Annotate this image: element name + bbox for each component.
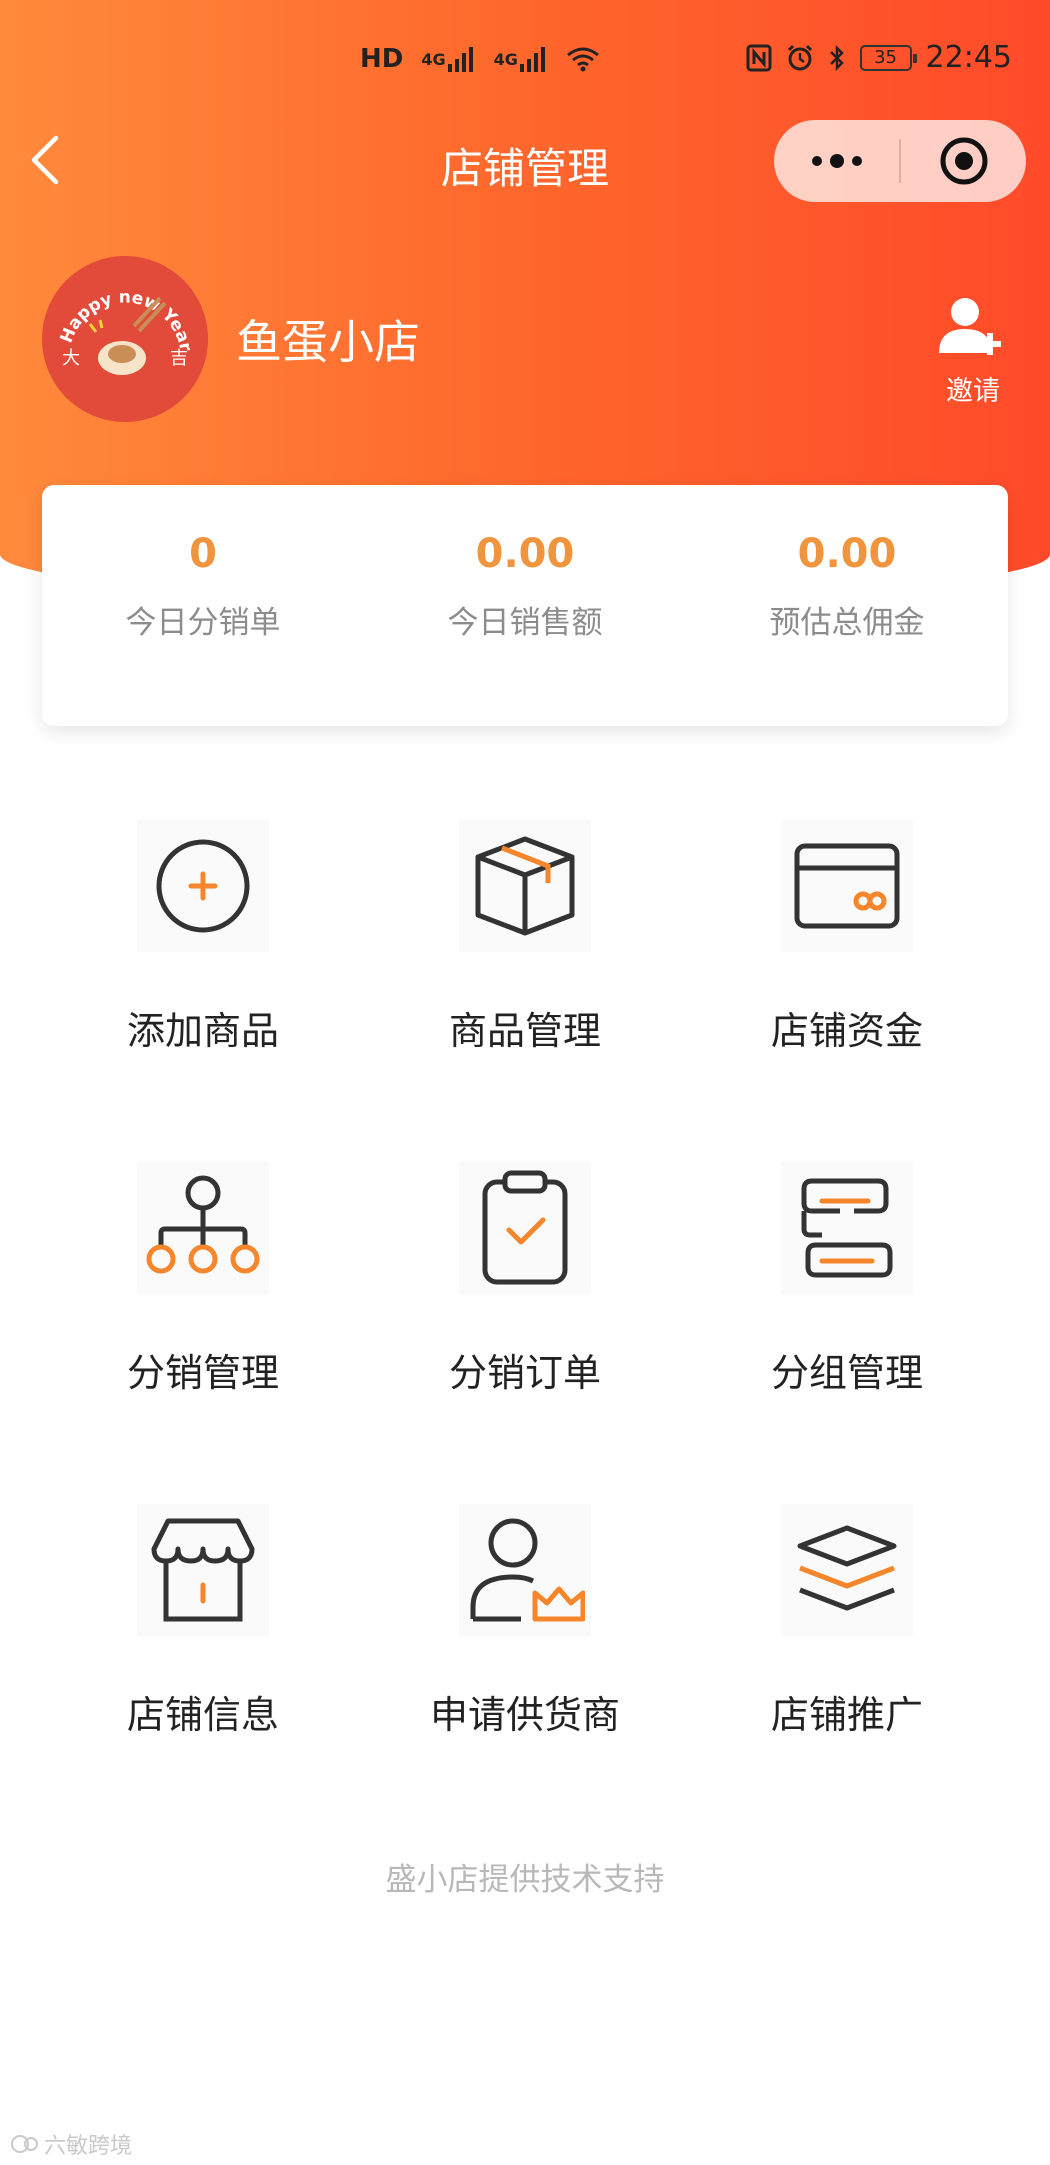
menu-label: 店铺信息 <box>126 1693 279 1737</box>
status-left: HD 4G 4G <box>360 44 600 74</box>
close-mini-program-button[interactable] <box>901 120 1026 202</box>
signal-4g-icon-2: 4G <box>494 46 548 72</box>
add-circle-icon <box>137 820 269 952</box>
menu-label: 分销订单 <box>448 1351 601 1395</box>
target-circle-icon <box>940 137 987 185</box>
menu-label: 分组管理 <box>770 1351 923 1395</box>
shop-avatar-image: Happy new Year 大 吉 <box>42 256 208 422</box>
more-button[interactable] <box>774 120 899 202</box>
footer-tech-support: 盛小店提供技术支持 <box>385 1862 665 1898</box>
stat-label: 今日销售额 <box>447 605 603 641</box>
user-crown-icon <box>459 1504 591 1636</box>
invite-button[interactable]: 邀请 <box>930 295 1016 408</box>
wallet-card-icon <box>781 820 913 952</box>
battery-icon: 35 <box>859 44 917 71</box>
signal-4g-icon: 4G <box>421 46 475 72</box>
avatar-left-char: 大 <box>62 348 80 369</box>
hd-icon: HD <box>360 44 404 74</box>
menu-label: 申请供货商 <box>429 1693 620 1737</box>
status-right: 35 22:45 <box>746 40 1012 75</box>
invite-label: 邀请 <box>946 376 1000 407</box>
storefront-icon <box>137 1504 269 1636</box>
signal-4g-label: 4G <box>421 49 446 69</box>
group-icon <box>781 1162 913 1294</box>
stats-card: 0 今日分销单 0.00 今日销售额 0.00 预估总佣金 <box>42 485 1008 726</box>
alarm-icon <box>786 44 814 72</box>
signal-4g-label-2: 4G <box>493 49 518 69</box>
menu-distribution-orders[interactable]: 分销订单 <box>364 1162 686 1504</box>
menu-label: 商品管理 <box>448 1009 601 1053</box>
clipboard-check-icon <box>459 1162 591 1294</box>
more-dots-icon <box>811 154 862 168</box>
stat-label: 今日分销单 <box>125 605 281 641</box>
menu-label: 分销管理 <box>126 1351 279 1395</box>
add-user-icon <box>939 298 1001 355</box>
status-bar: HD 4G 4G 35 22:45 <box>0 0 1050 120</box>
bluetooth-icon <box>828 44 846 72</box>
shop-avatar[interactable]: Happy new Year 大 吉 <box>42 256 208 422</box>
menu-label: 添加商品 <box>126 1009 279 1053</box>
menu-label: 店铺资金 <box>770 1009 923 1053</box>
layers-icon <box>781 1504 913 1636</box>
menu-label: 店铺推广 <box>770 1693 923 1737</box>
menu-shop-info[interactable]: 店铺信息 <box>42 1504 364 1846</box>
hierarchy-icon <box>137 1162 269 1294</box>
shop-name: 鱼蛋小店 <box>236 315 420 369</box>
stat-estimated-commission[interactable]: 0.00 预估总佣金 <box>686 485 1008 726</box>
box-icon <box>459 820 591 952</box>
menu-apply-supplier[interactable]: 申请供货商 <box>364 1504 686 1846</box>
menu-shop-funds[interactable]: 店铺资金 <box>686 820 1008 1162</box>
menu-shop-promotion[interactable]: 店铺推广 <box>686 1504 1008 1846</box>
stat-today-sales[interactable]: 0.00 今日销售额 <box>364 485 686 726</box>
menu-add-product[interactable]: 添加商品 <box>42 820 364 1162</box>
menu-distribution-management[interactable]: 分销管理 <box>42 1162 364 1504</box>
status-time: 22:45 <box>925 40 1012 75</box>
nfc-icon <box>746 44 772 72</box>
wifi-icon <box>566 46 600 72</box>
avatar-right-char: 吉 <box>170 348 188 369</box>
watermark-text: 六敏跨境 <box>44 2134 133 2159</box>
stat-value: 0.00 <box>475 531 575 577</box>
watermark: 六敏跨境 <box>10 2128 132 2160</box>
stat-value: 0.00 <box>797 531 897 577</box>
menu-grid: 添加商品 商品管理 店铺资金 分销管理 分销订单 分组管理 店铺信息 申请供货商… <box>0 820 1050 1846</box>
menu-product-management[interactable]: 商品管理 <box>364 820 686 1162</box>
stat-value: 0 <box>189 531 217 577</box>
stat-label: 预估总佣金 <box>769 605 925 641</box>
stat-today-orders[interactable]: 0 今日分销单 <box>42 485 364 726</box>
watermark-logo-icon <box>11 2135 38 2153</box>
menu-group-management[interactable]: 分组管理 <box>686 1162 1008 1504</box>
mini-program-capsule <box>774 120 1026 202</box>
